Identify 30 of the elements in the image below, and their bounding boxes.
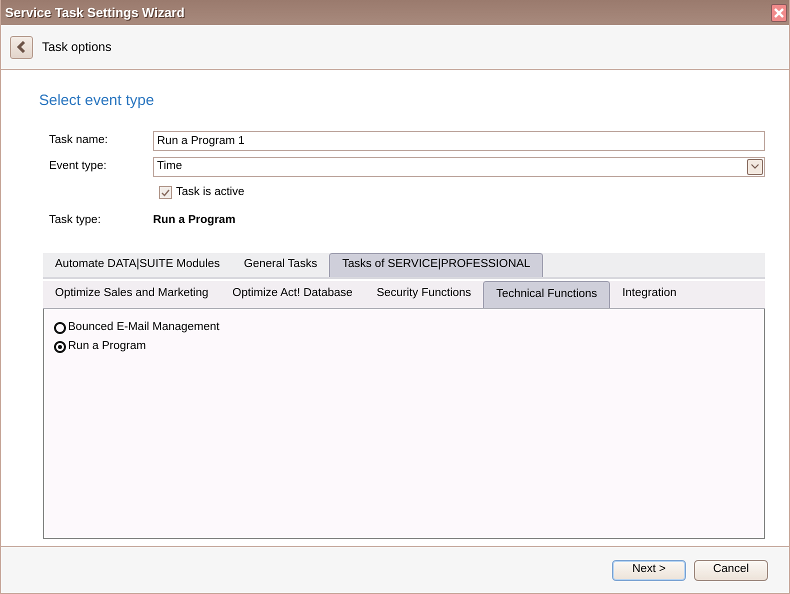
radio-button[interactable] xyxy=(54,341,66,353)
close-icon xyxy=(774,8,784,18)
tab[interactable]: Integration xyxy=(610,280,689,308)
tab[interactable]: Automate DATA|SUITE Modules xyxy=(43,252,232,276)
field-label: Task type: xyxy=(48,212,102,228)
radio-label: Bounced E-Mail Management xyxy=(68,320,220,336)
checkbox[interactable] xyxy=(159,186,172,199)
tab[interactable]: Optimize Act! Database xyxy=(220,280,365,308)
window-title: Service Task Settings Wizard xyxy=(5,4,185,22)
tab[interactable]: Security Functions xyxy=(364,280,484,308)
event-type-dropdown[interactable]: Time xyxy=(153,156,765,176)
checkbox-label: Task is active xyxy=(176,184,244,200)
dropdown-value: Time xyxy=(157,158,182,174)
task-type-value: Run a Program xyxy=(153,212,236,228)
radio-label: Run a Program xyxy=(68,339,146,354)
header-title: Task options xyxy=(42,38,112,56)
next-button[interactable]: Next > xyxy=(612,560,686,580)
close-button[interactable] xyxy=(771,4,787,22)
chevron-left-icon xyxy=(17,41,26,53)
cancel-button[interactable]: Cancel xyxy=(694,560,768,580)
section-title: Select event type xyxy=(39,91,156,111)
tab[interactable]: Tasks of SERVICE|PROFESSIONAL xyxy=(329,252,544,276)
field-label: Task name: xyxy=(48,132,109,148)
back-button[interactable] xyxy=(10,36,33,58)
radio-button[interactable] xyxy=(54,322,66,334)
task-name-field[interactable]: Run a Program 1 xyxy=(153,130,765,150)
tab[interactable]: Technical Functions xyxy=(483,280,610,308)
tab[interactable]: Optimize Sales and Marketing xyxy=(43,280,220,308)
field-label: Event type: xyxy=(48,158,108,174)
tab[interactable]: General Tasks xyxy=(232,252,330,276)
